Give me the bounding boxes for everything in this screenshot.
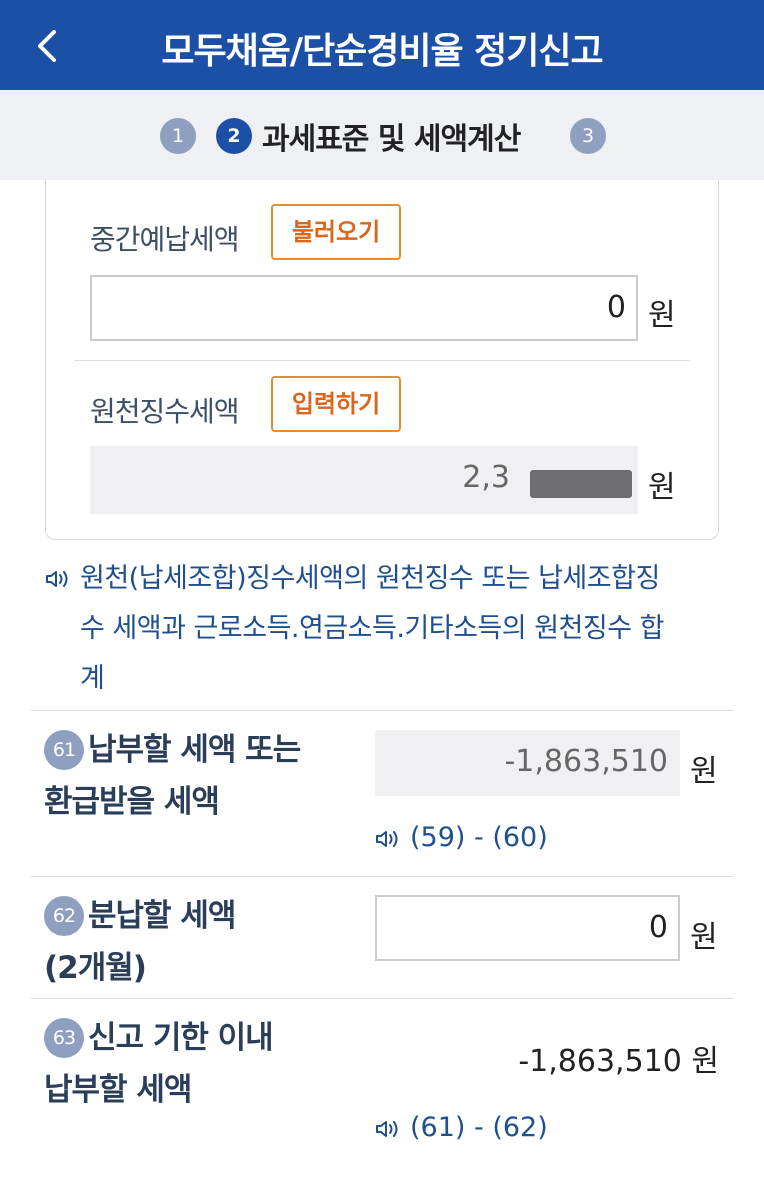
row-61-value-box: -1,863,510 [375, 730, 680, 796]
speaker-icon [376, 831, 398, 847]
section-divider [30, 710, 734, 711]
step-2-label: 과세표준 및 세액계산 [262, 122, 521, 157]
speaker-icon [376, 1121, 398, 1137]
row-61-number: 61 [44, 730, 84, 770]
row-62-unit: 원 [690, 920, 718, 955]
row-62-number: 62 [44, 896, 84, 936]
app-header: 모두채움/단순경비율 정기신고 [0, 0, 764, 90]
row-61-value: -1,863,510 [504, 744, 668, 779]
interim-tax-unit: 원 [648, 298, 676, 333]
speaker-icon [46, 571, 68, 587]
withholding-tax-label: 원천징수세액 [90, 395, 240, 428]
step-indicator: 1 2 과세표준 및 세액계산 3 [0, 90, 764, 180]
row-61-unit: 원 [690, 754, 718, 789]
load-button[interactable]: 불러오기 [271, 204, 401, 260]
page-title: 모두채움/단순경비율 정기신고 [161, 31, 603, 72]
step-3[interactable]: 3 [570, 118, 606, 154]
withholding-tax-unit: 원 [648, 470, 676, 505]
note-line-1: 원천(납세조합)징수세액의 원천징수 또는 납세조합징 [80, 563, 660, 594]
row-divider [30, 876, 734, 877]
row-divider [30, 998, 734, 999]
note-line-2: 수 세액과 근로소득.연금소득.기타소득의 원천징수 합 [80, 613, 664, 644]
row-63-label: 63 신고 기한 이내 납부할 세액 [44, 1018, 274, 1108]
step-1[interactable]: 1 [160, 118, 196, 154]
row-63-formula: (61) - (62) [410, 1112, 548, 1143]
note-line-3: 계 [80, 663, 105, 694]
withholding-note: 원천(납세조합)징수세액의 원천징수 또는 납세조합징 수 세액과 근로소득.연… [80, 554, 730, 704]
enter-button[interactable]: 입력하기 [271, 376, 401, 432]
row-63-value: -1,863,510 원 [518, 1044, 719, 1079]
interim-tax-input[interactable]: 0 [90, 275, 638, 341]
row-62-input[interactable]: 0 [375, 895, 680, 961]
interim-tax-label: 중간예납세액 [90, 223, 240, 256]
row-61-label: 61 납부할 세액 또는 환급받을 세액 [44, 730, 301, 820]
card-divider [74, 360, 690, 361]
redaction-mask [530, 470, 632, 498]
withholding-tax-value: 2,3 [462, 460, 510, 495]
row-62-label: 62 분납할 세액 (2개월) [44, 896, 236, 986]
row-61-formula: (59) - (60) [410, 822, 548, 853]
row-63-number: 63 [44, 1018, 84, 1058]
step-2: 2 [216, 118, 252, 154]
